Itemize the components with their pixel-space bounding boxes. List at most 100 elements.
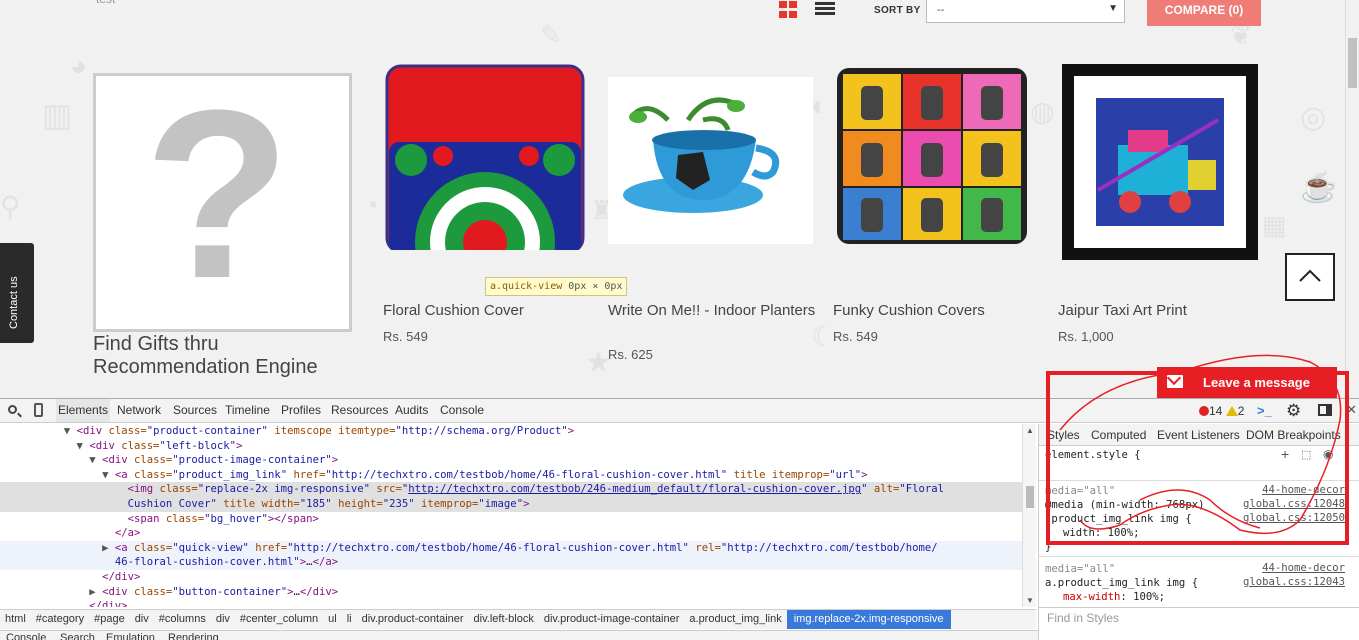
dom-node-line[interactable]: </a>: [0, 526, 1022, 541]
dock-side-icon[interactable]: [1318, 404, 1332, 416]
rule2-source-link[interactable]: global.css:12043: [1243, 576, 1345, 588]
devtools-panel: Elements Network Sources Timeline Profil…: [0, 398, 1359, 640]
product-price: Rs. 549: [383, 329, 428, 344]
breadcrumb-item[interactable]: html: [0, 610, 31, 629]
add-rule-icon[interactable]: +: [1281, 446, 1289, 462]
color-format-icon[interactable]: ◉: [1323, 447, 1333, 461]
scroll-to-top-button[interactable]: [1285, 253, 1335, 301]
find-in-styles-input[interactable]: Find in Styles: [1039, 607, 1359, 627]
dom-node-line[interactable]: ▶ <a class="quick-view" href="http://tec…: [0, 540, 1022, 556]
grid-view-icon[interactable]: [779, 0, 799, 18]
elements-scrollbar[interactable]: ▲ ▼: [1022, 424, 1036, 607]
dom-node-line[interactable]: 46-floral-cushion-cover.html">…</a>: [0, 555, 1022, 570]
tab-event-listeners[interactable]: Event Listeners: [1157, 428, 1240, 442]
dom-node-line[interactable]: </div>: [0, 599, 1022, 607]
tab-elements[interactable]: Elements: [56, 399, 111, 422]
element-style-rule[interactable]: element.style {: [1045, 448, 1345, 462]
styles-pane: Styles Computed Event Listeners DOM Brea…: [1038, 424, 1359, 640]
dom-node-line[interactable]: Cushion Cover" title width="185" height=…: [0, 497, 1022, 512]
scroll-down-arrow-icon[interactable]: ▼: [1026, 596, 1034, 605]
product-name[interactable]: Jaipur Taxi Art Print: [1058, 302, 1268, 320]
rule1-source-link[interactable]: global.css:12048: [1243, 498, 1345, 510]
product-image-indoor-planter[interactable]: [608, 60, 818, 270]
product-name[interactable]: Write On Me!! - Indoor Planters: [608, 302, 818, 320]
breadcrumb-item[interactable]: div.product-image-container: [539, 610, 685, 629]
breadcrumb-item[interactable]: #center_column: [235, 610, 323, 629]
product-image-floral-cushion[interactable]: [383, 60, 593, 270]
drawer-tab-search[interactable]: Search: [60, 632, 95, 640]
tab-console[interactable]: Console: [440, 399, 484, 422]
rule1-property[interactable]: width: 100%;: [1045, 526, 1345, 540]
compare-button[interactable]: COMPARE (0): [1147, 0, 1261, 26]
tab-audits[interactable]: Audits: [395, 399, 428, 422]
breadcrumb-item[interactable]: li: [342, 610, 357, 629]
rule1-source-link-2[interactable]: global.css:12050: [1243, 512, 1345, 524]
rule2-prop-value: 100%;: [1133, 591, 1166, 603]
breadcrumb-item[interactable]: div.product-container: [357, 610, 469, 629]
tab-network[interactable]: Network: [117, 399, 161, 422]
search-icon[interactable]: [8, 405, 17, 414]
website-viewport: ▥ ⚲ ◕ ◎ ☕ ▦ ★ ◐ ☾ ◍ ♜ ◔ ✎ ❦ test SORT BY…: [0, 0, 1359, 398]
breadcrumb-item[interactable]: #columns: [154, 610, 211, 629]
tab-sources[interactable]: Sources: [173, 399, 217, 422]
product-name[interactable]: Funky Cushion Covers: [833, 302, 1043, 320]
list-view-icon[interactable]: [815, 0, 835, 18]
dom-node-line[interactable]: ▼ <a class="product_img_link" href="http…: [0, 468, 1022, 483]
page-scrollbar[interactable]: [1345, 0, 1359, 398]
breadcrumb-item[interactable]: div: [211, 610, 235, 629]
device-mode-icon[interactable]: [34, 403, 43, 417]
elements-tree[interactable]: ▼ <div class="product-container" itemsco…: [0, 424, 1022, 607]
breadcrumb-item[interactable]: #category: [31, 610, 89, 629]
dom-node-line[interactable]: </div>: [0, 570, 1022, 585]
tab-dom-breakpoints[interactable]: DOM Breakpoints: [1246, 428, 1341, 442]
drawer-tab-rendering[interactable]: Rendering: [168, 632, 219, 640]
contact-side-tab[interactable]: Contact us: [0, 243, 34, 343]
dom-node-line[interactable]: ▼ <div class="left-block">: [0, 439, 1022, 454]
dom-node-line[interactable]: <img class="replace-2x img-responsive" s…: [0, 482, 1022, 497]
elements-scrollbar-thumb[interactable]: [1026, 486, 1034, 508]
rule2-property[interactable]: max-width: 100%;: [1045, 590, 1345, 604]
tab-styles[interactable]: Styles: [1047, 428, 1080, 442]
feather-icon: ✎: [540, 20, 562, 50]
dom-node-line[interactable]: <span class="bg_hover"></span>: [0, 512, 1022, 527]
product-price: Rs. 549: [833, 329, 878, 344]
dom-node-line[interactable]: ▶ <div class="button-container">…</div>: [0, 585, 1022, 600]
tab-resources[interactable]: Resources: [331, 399, 388, 422]
product-name[interactable]: Floral Cushion Cover: [383, 302, 593, 320]
product-image-taxi-print[interactable]: [1058, 60, 1268, 270]
rule-divider: [1039, 556, 1359, 557]
tab-computed[interactable]: Computed: [1091, 428, 1146, 442]
gear-icon[interactable]: ⚙: [1286, 402, 1301, 419]
dom-node-line[interactable]: ▼ <div class="product-image-container">: [0, 453, 1022, 468]
drawer-tab-console[interactable]: Console: [6, 632, 46, 640]
dom-node-line[interactable]: ▼ <div class="product-container" itemsco…: [0, 424, 1022, 439]
sort-label: SORT BY: [874, 5, 921, 16]
breadcrumb-item[interactable]: a.product_img_link: [684, 610, 786, 629]
warning-count: 2: [1237, 404, 1245, 418]
error-warning-counter[interactable]: 14 2: [1199, 404, 1244, 418]
breadcrumb-item[interactable]: div.left-block: [469, 610, 539, 629]
leave-message-button[interactable]: Leave a message: [1157, 367, 1337, 398]
recommendation-engine-card[interactable]: ? Find Gifts thru Recommendation Engine: [93, 60, 353, 379]
breadcrumb-item[interactable]: img.replace-2x.img-responsive: [786, 610, 951, 629]
tab-timeline[interactable]: Timeline: [225, 399, 270, 422]
devtools-toolbar: Elements Network Sources Timeline Profil…: [0, 399, 1359, 423]
page-scrollbar-thumb[interactable]: [1348, 38, 1357, 88]
breadcrumb-item[interactable]: div: [130, 610, 154, 629]
rule1-source[interactable]: 44-home-decor: [1262, 484, 1345, 496]
rule2-source[interactable]: 44-home-decor: [1262, 562, 1345, 574]
close-icon[interactable]: ✕: [1346, 402, 1357, 418]
question-mark-glyph: ?: [144, 60, 291, 328]
console-drawer-icon[interactable]: >_: [1257, 403, 1272, 418]
sort-select[interactable]: -- ▼: [926, 0, 1125, 23]
product-image-funky-cushion[interactable]: [833, 60, 1043, 270]
tab-profiles[interactable]: Profiles: [281, 399, 321, 422]
toggle-state-icon[interactable]: ⬚: [1301, 448, 1311, 461]
reco-title[interactable]: Find Gifts thru Recommendation Engine: [93, 333, 353, 379]
scroll-up-arrow-icon[interactable]: ▲: [1026, 426, 1034, 435]
rule2-prop-name: max-width: [1063, 591, 1121, 603]
breadcrumb-item[interactable]: #page: [89, 610, 130, 629]
piano-icon: ▥: [42, 97, 73, 133]
drawer-tab-emulation[interactable]: Emulation: [106, 632, 155, 640]
breadcrumb-item[interactable]: ul: [323, 610, 342, 629]
